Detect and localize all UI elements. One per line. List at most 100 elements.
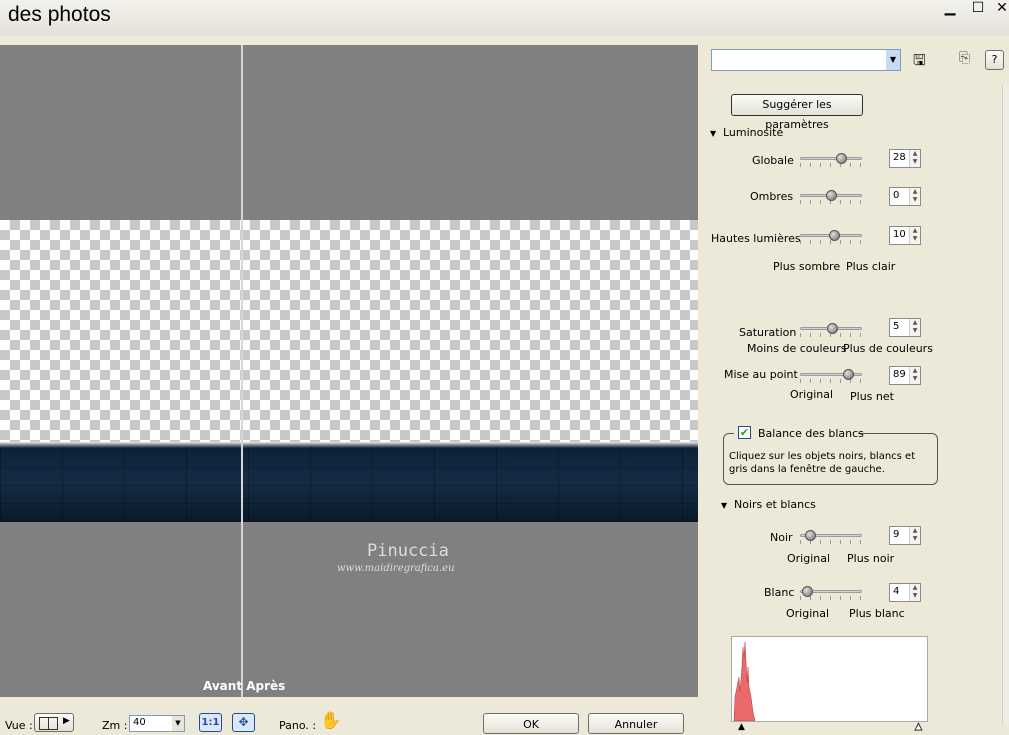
white-original-label: Original <box>786 607 830 620</box>
save-icon[interactable]: 🖫 <box>913 50 926 75</box>
slider-ticks <box>800 240 862 244</box>
slider-track[interactable] <box>800 157 862 160</box>
spin-arrows-icon[interactable]: ▲ ▼ <box>909 227 920 244</box>
preview-area[interactable]: Pinuccia www.maidiregrafica.eu Avant Apr… <box>0 45 698 697</box>
ok-label: OK <box>523 718 539 731</box>
darker-label: Plus sombre <box>773 260 841 273</box>
global-label: Globale <box>752 154 794 167</box>
view-mode-button[interactable]: ▶ <box>34 713 74 732</box>
suggest-button[interactable]: Suggérer les paramètres <box>731 94 863 131</box>
focus-label: Mise au point <box>724 368 798 381</box>
black-value: 9 <box>893 529 900 540</box>
cancel-label: Annuler <box>614 718 658 731</box>
slider-thumb[interactable] <box>826 190 837 201</box>
spin-arrows-icon[interactable]: ▲ ▼ <box>909 584 920 601</box>
saturation-value: 5 <box>893 321 900 332</box>
ok-button[interactable]: OK <box>483 713 579 734</box>
close-icon[interactable]: ✕ <box>993 0 1009 16</box>
zoom-select[interactable]: 40 ▼ <box>129 715 185 732</box>
one-to-one-label: 1:1 <box>201 717 220 728</box>
white-spinbox[interactable]: 4 ▲ ▼ <box>889 583 921 602</box>
fit-window-icon: ✥ <box>238 715 249 729</box>
slider-thumb[interactable] <box>802 586 813 597</box>
spin-arrows-icon[interactable]: ▲ ▼ <box>909 188 920 205</box>
zoom-value: 40 <box>133 717 146 728</box>
more-colors-label: Plus de couleurs <box>843 342 933 355</box>
global-slider[interactable] <box>800 152 862 168</box>
histogram <box>731 636 928 722</box>
shadows-slider[interactable] <box>800 189 862 205</box>
transparent-region <box>0 220 698 442</box>
white-point-marker-icon[interactable]: ▲ <box>915 722 923 733</box>
before-after-divider[interactable] <box>241 45 243 697</box>
sharper-label: Plus net <box>850 390 894 403</box>
white-slider[interactable] <box>800 585 862 601</box>
slider-thumb[interactable] <box>836 153 847 164</box>
more-black-label: Plus noir <box>847 552 895 565</box>
focus-original-label: Original <box>790 388 834 401</box>
view-label: Vue : <box>5 719 33 732</box>
spin-arrows-icon[interactable]: ▲ ▼ <box>909 150 920 167</box>
collapse-triangle-icon[interactable]: ▼ <box>721 501 727 510</box>
slider-thumb[interactable] <box>843 369 854 380</box>
saturation-label: Saturation <box>739 326 797 339</box>
split-view-icon-right <box>48 717 58 730</box>
slider-thumb[interactable] <box>829 230 840 241</box>
title-bar: des photos ▁ ☐ ✕ <box>0 0 1009 36</box>
pan-label: Pano. : <box>279 719 317 732</box>
highlights-label: Hautes lumières <box>711 232 801 245</box>
window-title: des photos <box>8 3 111 26</box>
spin-arrows-icon[interactable]: ▲ ▼ <box>909 527 920 544</box>
white-balance-checkbox[interactable]: ✔ <box>738 426 751 439</box>
help-button[interactable]: ? <box>985 50 1004 70</box>
black-slider[interactable] <box>800 529 862 545</box>
cancel-button[interactable]: Annuler <box>588 713 684 734</box>
saturation-slider[interactable] <box>800 322 862 338</box>
preview-toggle-icon[interactable]: ⎘ <box>959 50 970 66</box>
slider-ticks <box>800 163 862 167</box>
black-spinbox[interactable]: 9 ▲ ▼ <box>889 526 921 545</box>
slider-thumb[interactable] <box>827 323 838 334</box>
chevron-down-icon[interactable]: ▼ <box>886 50 900 70</box>
shadows-label: Ombres <box>750 190 794 203</box>
highlights-spinbox[interactable]: 10 ▲ ▼ <box>889 226 921 245</box>
slider-thumb[interactable] <box>805 530 816 541</box>
watermark-name: Pinuccia <box>367 541 449 561</box>
spin-arrows-icon[interactable]: ▲ ▼ <box>909 319 920 336</box>
black-label: Noir <box>770 531 793 544</box>
maximize-icon[interactable]: ☐ <box>969 0 987 16</box>
one-to-one-button[interactable]: 1:1 <box>199 713 222 732</box>
shadows-spinbox[interactable]: 0 ▲ ▼ <box>889 187 921 206</box>
collapse-triangle-icon[interactable]: ▼ <box>710 129 716 138</box>
before-after-label: Avant Après <box>203 679 286 693</box>
global-spinbox[interactable]: 28 ▲ ▼ <box>889 149 921 168</box>
preset-select[interactable]: ▼ <box>711 49 901 71</box>
luminosity-section-title[interactable]: Luminosité <box>723 126 783 139</box>
panel-scrollbar[interactable] <box>1002 85 1009 725</box>
black-white-section-title[interactable]: Noirs et blancs <box>734 498 816 511</box>
white-balance-label[interactable]: Balance des blancs <box>758 427 864 440</box>
lighter-label: Plus clair <box>846 260 896 273</box>
zoom-label: Zm : <box>102 719 128 732</box>
less-colors-label: Moins de couleurs <box>747 342 847 355</box>
global-value: 28 <box>893 152 906 163</box>
white-label: Blanc <box>764 586 795 599</box>
histogram-graph <box>733 641 756 721</box>
spin-arrows-icon[interactable]: ▲ ▼ <box>909 367 920 384</box>
focus-slider[interactable] <box>800 368 862 384</box>
watermark-url: www.maidiregrafica.eu <box>337 563 455 574</box>
hand-icon[interactable]: ✋ <box>320 711 341 731</box>
saturation-spinbox[interactable]: 5 ▲ ▼ <box>889 318 921 337</box>
minimize-icon[interactable]: ▁ <box>941 0 959 16</box>
help-label: ? <box>991 53 998 66</box>
highlights-slider[interactable] <box>800 229 862 245</box>
fit-window-button[interactable]: ✥ <box>232 713 255 732</box>
more-white-label: Plus blanc <box>849 607 905 620</box>
white-balance-hint: Cliquez sur les objets noirs, blancs et … <box>729 451 916 475</box>
focus-spinbox[interactable]: 89 ▲ ▼ <box>889 366 921 385</box>
chevron-down-icon[interactable]: ▼ <box>172 716 184 731</box>
highlights-value: 10 <box>893 229 906 240</box>
black-point-marker-icon[interactable]: ▲ <box>738 722 745 732</box>
shadows-value: 0 <box>893 190 900 201</box>
arrow-right-icon: ▶ <box>63 716 70 726</box>
